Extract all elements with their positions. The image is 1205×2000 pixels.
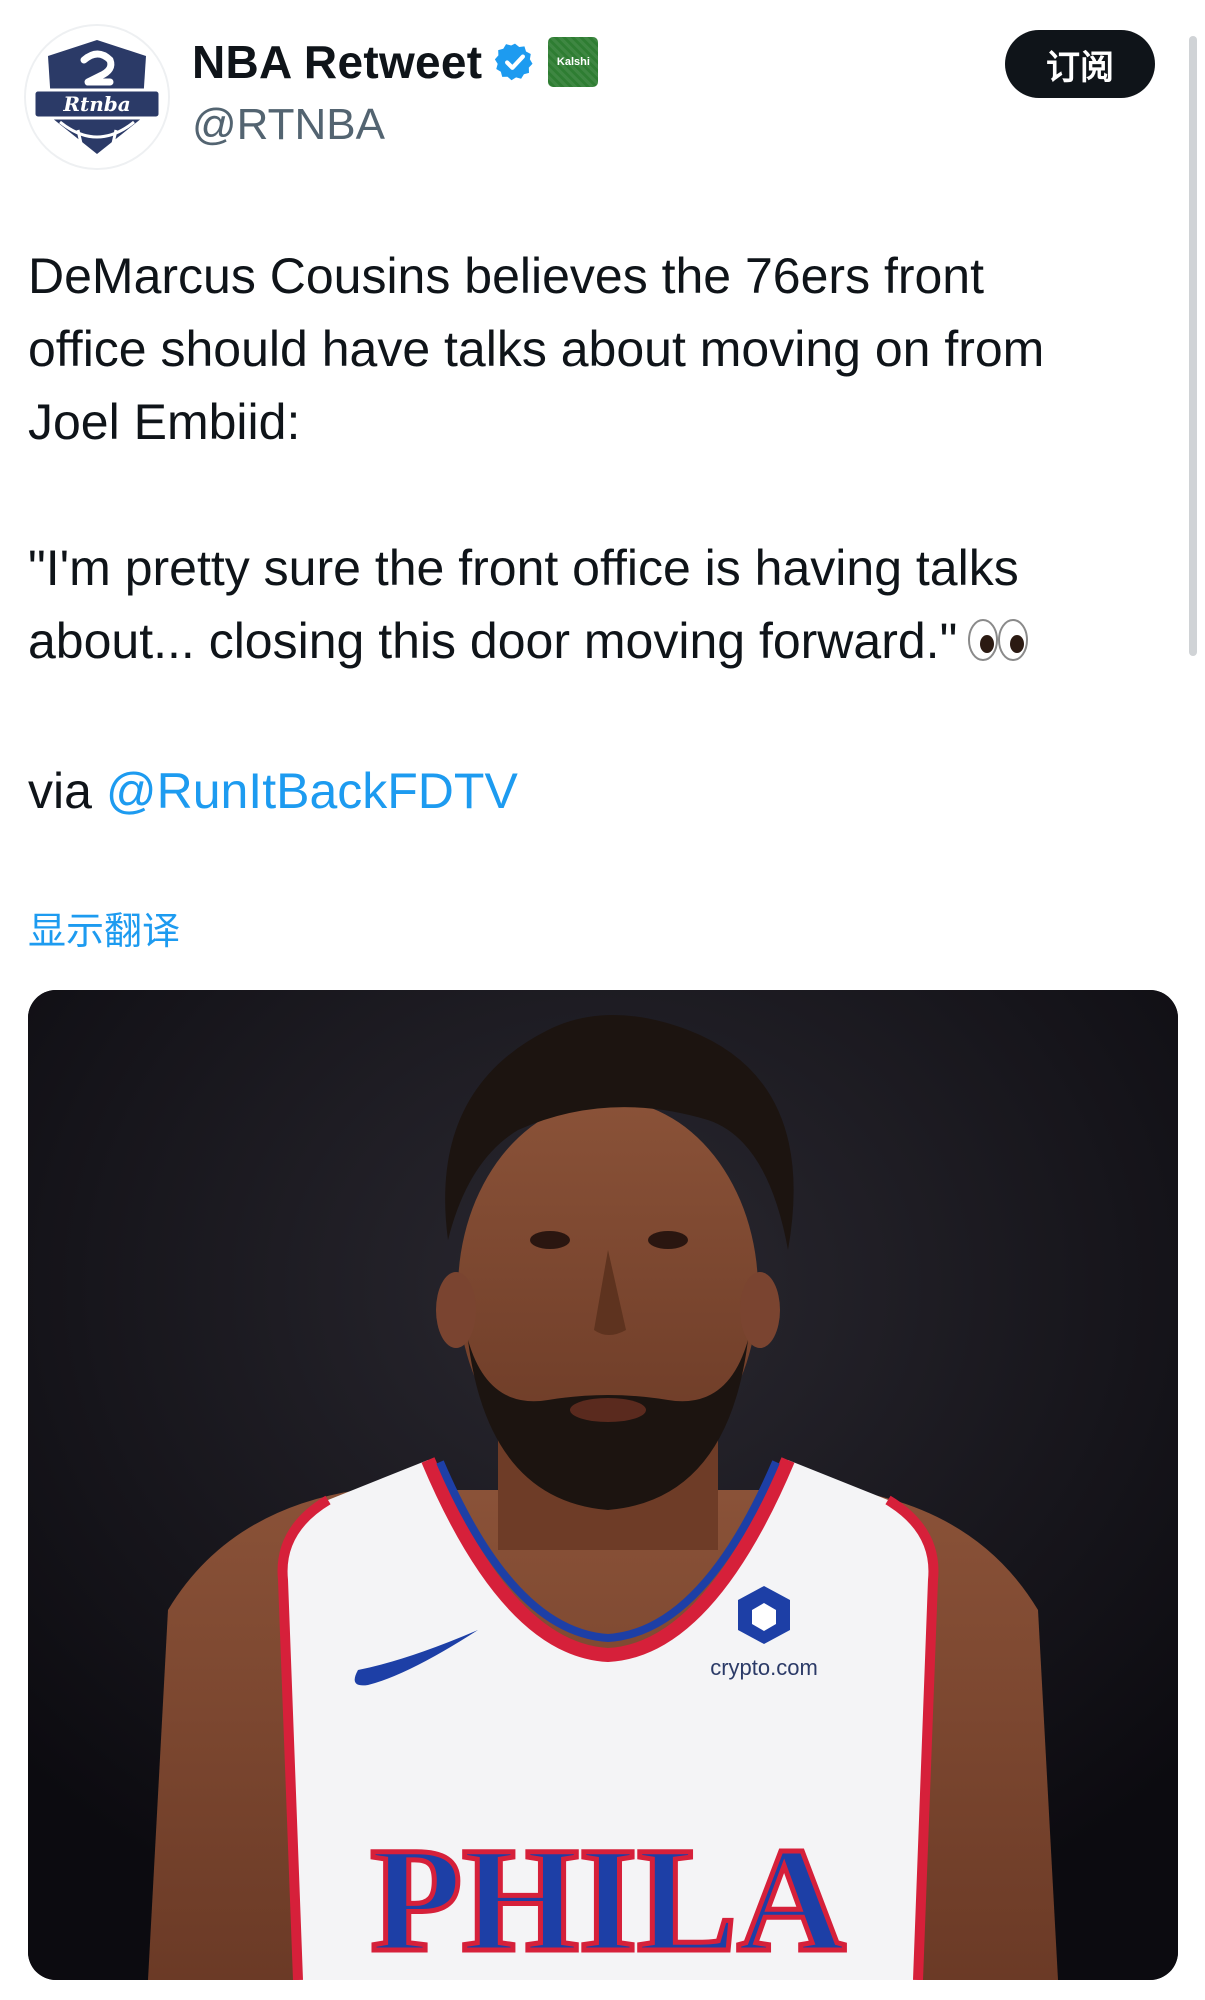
tweet-text: DeMarcus Cousins believes the 76ers fron… <box>28 240 1178 828</box>
via-label: via <box>28 763 92 819</box>
tweet-media-image[interactable]: crypto.com PHILA <box>28 990 1178 1980</box>
eyes-emoji-icon <box>967 609 1029 682</box>
tweet-line: "I'm pretty sure the front office is hav… <box>28 540 1019 596</box>
tweet-line: DeMarcus Cousins believes the 76ers fron… <box>28 248 985 304</box>
user-handle[interactable]: @RTNBA <box>192 100 385 150</box>
translate-link[interactable]: 显示翻译 <box>28 900 180 955</box>
tweet-line: office should have talks about moving on… <box>28 321 1045 377</box>
mention-link[interactable]: @RunItBackFDTV <box>106 763 518 819</box>
author-row: NBA Retweet Kalshi <box>192 34 599 90</box>
scrollbar[interactable] <box>1189 36 1197 656</box>
sponsor-text: crypto.com <box>710 1655 818 1680</box>
kalshi-affiliate-badge[interactable]: Kalshi <box>548 37 599 87</box>
tweet-via-line: via @RunItBackFDTV <box>28 755 1178 828</box>
verified-badge-icon[interactable] <box>494 41 536 83</box>
subscribe-button[interactable]: 订阅 <box>1005 30 1155 98</box>
avatar-logo-text: Rtnba <box>62 92 130 116</box>
avatar[interactable]: Rtnba <box>26 26 168 168</box>
display-name[interactable]: NBA Retweet <box>192 35 482 89</box>
jersey-text: PHILA <box>370 1817 845 1980</box>
tweet-quote-line: about... closing this door moving forwar… <box>28 605 1178 682</box>
tweet-line: Joel Embiid: <box>28 394 301 450</box>
tweet-line: about... closing this door moving forwar… <box>28 613 958 669</box>
